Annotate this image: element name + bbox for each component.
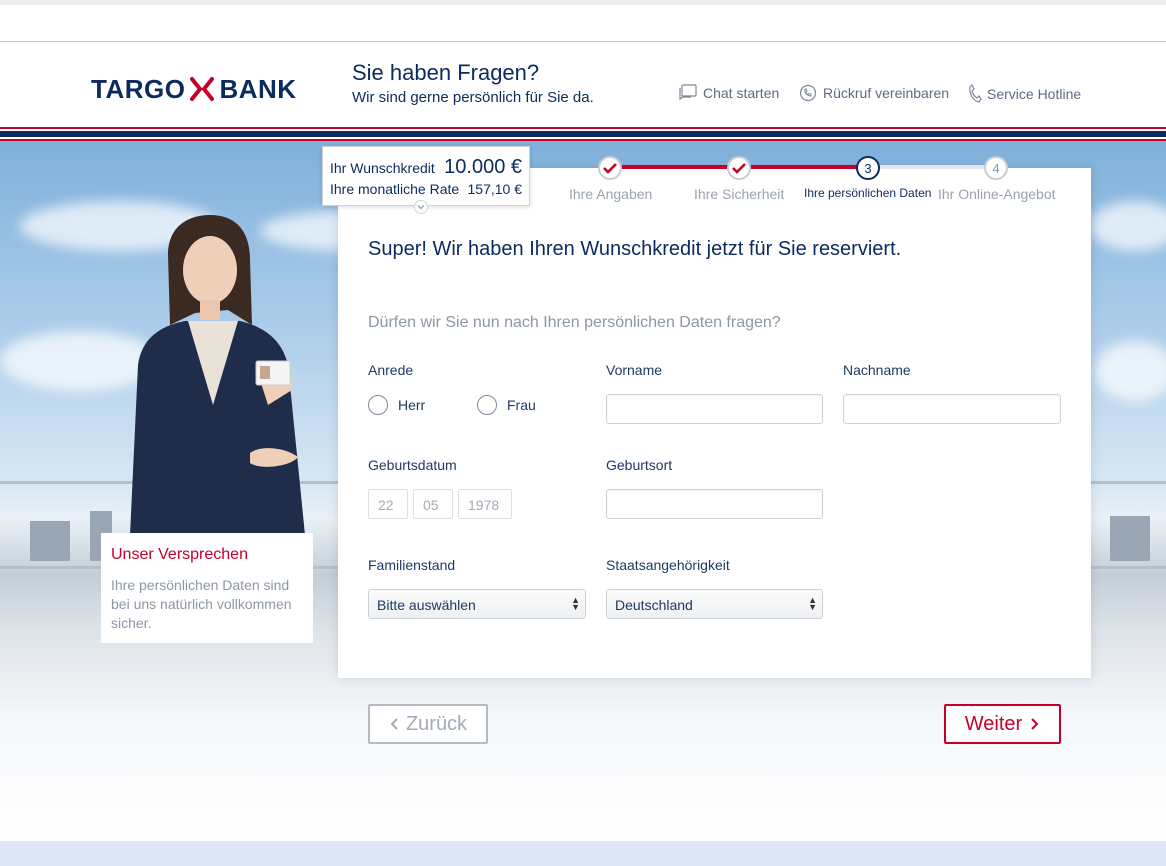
salutation-label: Anrede bbox=[368, 362, 414, 378]
rate-label: Ihre monatliche Rate bbox=[330, 181, 460, 197]
form-question: Dürfen wir Sie nun nach Ihren persönlich… bbox=[368, 314, 781, 331]
hotline-link[interactable]: Service Hotline bbox=[968, 84, 1081, 104]
step-1-label: Ihre Angaben bbox=[569, 186, 653, 202]
promise-title: Unser Versprechen bbox=[111, 546, 248, 563]
birthdate-day-input[interactable]: 22 bbox=[368, 489, 408, 519]
radio-herr[interactable]: Herr bbox=[368, 395, 425, 415]
callback-link[interactable]: Rückruf vereinbaren bbox=[799, 84, 949, 102]
birthdate-month-input[interactable]: 05 bbox=[413, 489, 453, 519]
promise-box: Unser Versprechen Ihre persönlichen Date… bbox=[101, 533, 313, 643]
back-button[interactable]: Zurück bbox=[368, 704, 488, 744]
firstname-label: Vorname bbox=[606, 362, 663, 378]
callback-link-label: Rückruf vereinbaren bbox=[823, 85, 950, 101]
step-4: 4 bbox=[984, 156, 1008, 180]
nationality-value: Deutschland bbox=[615, 597, 693, 613]
step-1-done bbox=[598, 156, 622, 180]
logo-text-left: TARGO bbox=[91, 73, 186, 104]
checkmark-icon bbox=[603, 163, 617, 174]
marital-status-select[interactable]: Bitte auswählen ▲ ▼ bbox=[368, 589, 586, 619]
targobank-logo[interactable]: TARGO BANK bbox=[91, 74, 297, 104]
chat-icon bbox=[679, 84, 697, 101]
logo-x-icon bbox=[190, 77, 215, 101]
hotline-link-label: Service Hotline bbox=[987, 86, 1082, 102]
form-headline: Super! Wir haben Ihren Wunschkredit jetz… bbox=[368, 238, 902, 260]
chevron-right-icon bbox=[1031, 718, 1039, 730]
step-3-label: Ihre persönlichen Daten bbox=[804, 186, 932, 200]
header-title: Sie haben Fragen? bbox=[352, 60, 540, 85]
rate-value: 157,10 € bbox=[467, 181, 523, 197]
radio-frau[interactable]: Frau bbox=[477, 395, 536, 415]
radio-frau-label: Frau bbox=[507, 397, 536, 413]
footer-band bbox=[0, 841, 1166, 866]
chevron-left-icon bbox=[390, 718, 398, 730]
back-button-label: Zurück bbox=[405, 712, 468, 735]
phone-icon bbox=[969, 84, 982, 103]
radio-herr-label: Herr bbox=[398, 397, 426, 413]
step-2-label: Ihre Sicherheit bbox=[694, 186, 785, 202]
checkmark-icon bbox=[732, 163, 746, 174]
select-arrows-icon: ▲ ▼ bbox=[808, 595, 817, 612]
chat-link-label: Chat starten bbox=[703, 85, 780, 101]
promise-text: Ihre persönlichen Daten sind bei uns nat… bbox=[111, 577, 292, 631]
summary-toggle[interactable] bbox=[414, 200, 428, 214]
credit-label: Ihr Wunschkredit bbox=[330, 160, 435, 176]
step-3-current: 3 bbox=[856, 156, 880, 180]
header-top-border bbox=[0, 41, 1166, 42]
progress-line-todo bbox=[868, 165, 996, 169]
lastname-input[interactable] bbox=[843, 394, 1061, 424]
birthdate-year-input[interactable]: 1978 bbox=[458, 489, 512, 519]
birthplace-input[interactable] bbox=[606, 489, 823, 519]
next-button-label: Weiter bbox=[964, 712, 1023, 735]
callback-icon bbox=[799, 84, 817, 102]
lastname-label: Nachname bbox=[843, 362, 911, 378]
bank-advisor-image bbox=[130, 215, 305, 535]
radio-circle[interactable] bbox=[368, 395, 388, 415]
radio-circle[interactable] bbox=[477, 395, 497, 415]
birthplace-label: Geburtsort bbox=[606, 457, 673, 473]
chevron-down-icon bbox=[417, 205, 425, 210]
credit-value: 10.000 € bbox=[444, 156, 522, 178]
header-stripe-blue bbox=[0, 131, 1166, 137]
step-4-label: Ihr Online-Angebot bbox=[938, 186, 1056, 202]
top-strip bbox=[0, 0, 1166, 5]
marital-status-value: Bitte auswählen bbox=[377, 597, 476, 613]
select-arrows-icon: ▲ ▼ bbox=[571, 595, 580, 612]
logo-text-right: BANK bbox=[219, 73, 297, 104]
firstname-input[interactable] bbox=[606, 394, 823, 424]
nationality-select[interactable]: Deutschland ▲ ▼ bbox=[606, 589, 823, 619]
chat-link[interactable]: Chat starten bbox=[679, 84, 779, 102]
step-2-done bbox=[727, 156, 751, 180]
credit-summary: Ihr Wunschkredit 10.000 € Ihre monatlich… bbox=[322, 146, 530, 214]
header-stripe-red bbox=[0, 127, 1166, 129]
nationality-label: Staatsangehörigkeit bbox=[606, 557, 730, 573]
next-button[interactable]: Weiter bbox=[944, 704, 1061, 744]
birthdate-label: Geburtsdatum bbox=[368, 457, 457, 473]
marital-status-label: Familienstand bbox=[368, 557, 456, 573]
header-subtitle: Wir sind gerne persönlich für Sie da. bbox=[352, 89, 594, 106]
